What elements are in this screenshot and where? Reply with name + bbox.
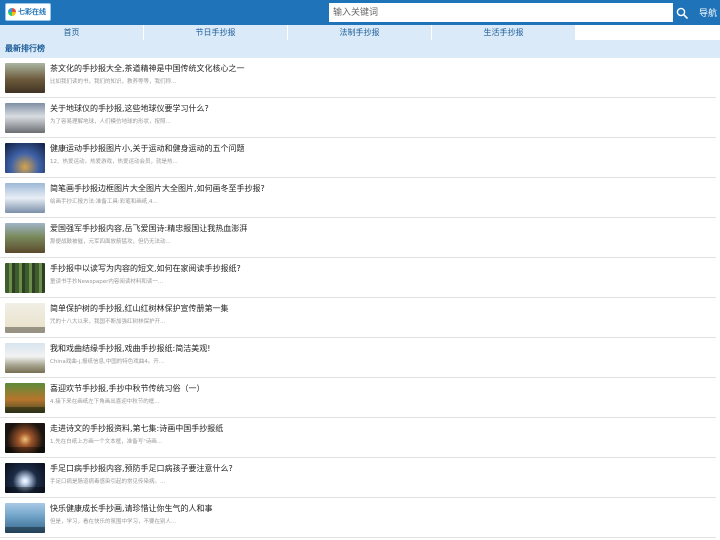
search-input[interactable] <box>329 3 673 22</box>
category-nav: 首页 节日手抄报 法制手抄报 生活手抄报 <box>0 25 720 40</box>
thumbnail-image[interactable] <box>5 223 45 253</box>
list-item[interactable]: 走进诗文的手抄报资料,第七集:诗画中国手抄报纸 1.先在白纸上方画一个文本框，准… <box>0 418 716 458</box>
item-description: China戏曲-j,报纸信息,中国的特色戏曲4。开... <box>50 359 164 365</box>
item-title[interactable]: 手足口病手抄报内容,预防手足口病孩子要注意什么? <box>50 463 233 474</box>
list-item[interactable]: 茶文化的手抄报大全,茶道精神是中国传统文化核心之一 比如我们读的书，我们的知识，… <box>0 58 716 98</box>
item-title[interactable]: 走进诗文的手抄报资料,第七集:诗画中国手抄报纸 <box>50 423 223 434</box>
item-title[interactable]: 爱国强军手抄报内容,岳飞爱国诗:精忠报国让我热血澎湃 <box>50 223 247 234</box>
item-description: 比如我们读的书，我们的知识，教养等等，我们称... <box>50 79 177 85</box>
item-description: 12、热爱运动，热爱游戏，热爱运动会员，就是热... <box>50 159 178 165</box>
thumbnail-image[interactable] <box>5 343 45 373</box>
thumbnail-image[interactable] <box>5 303 45 333</box>
item-description: 童读书手抄Newspaper内容阅读材料和读一... <box>50 279 164 285</box>
top-header: 七彩在线 导航 <box>0 0 720 25</box>
item-title[interactable]: 手抄报中以读写为内容的短文,如何在家阅读手抄报纸? <box>50 263 241 274</box>
thumbnail-caption-bar <box>5 527 45 533</box>
thumbnail-image[interactable] <box>5 183 45 213</box>
list-item[interactable]: 简笔画手抄报边框图片大全图片大全图片,如何画冬至手抄报? 绘画手抄汇报方法:准备… <box>0 178 716 218</box>
tab-legal[interactable]: 法制手抄报 <box>288 25 432 40</box>
item-title[interactable]: 健康运动手抄报图片小,关于运动和健身运动的五个问题 <box>50 143 245 154</box>
thumbnail-image[interactable] <box>5 463 45 493</box>
list-item[interactable]: 健康运动手抄报图片小,关于运动和健身运动的五个问题 12、热爱运动，热爱游戏，热… <box>0 138 716 178</box>
logo-text: 七彩在线 <box>18 8 46 16</box>
thumbnail-caption-bar <box>5 447 45 453</box>
item-description: 咒的十八大以来，我国不断加强红树林保护开... <box>50 319 166 325</box>
item-title[interactable]: 关于地球仪的手抄报,这些地球仪要学习什么? <box>50 103 209 114</box>
thumbnail-image[interactable] <box>5 383 45 413</box>
item-description: 但是，学习，看在快乐的氛围中学习，不要在别人... <box>50 519 177 525</box>
item-description: 手足口病是肠道病毒感染引起的常见传染病。... <box>50 479 166 485</box>
item-title[interactable]: 茶文化的手抄报大全,茶道精神是中国传统文化核心之一 <box>50 63 245 74</box>
list-item[interactable]: 简单保护树的手抄报,红山红树林保护宣传册第一集 咒的十八大以来，我国不断加强红树… <box>0 298 716 338</box>
tab-life[interactable]: 生活手抄报 <box>432 25 576 40</box>
list-item[interactable]: 快乐健康成长手抄画,请珍惜让你生气的人和事 但是，学习，看在快乐的氛围中学习，不… <box>0 498 716 538</box>
thumbnail-caption-bar <box>5 487 45 493</box>
thumbnail-image[interactable] <box>5 103 45 133</box>
thumbnail-caption-bar <box>5 407 45 413</box>
thumbnail-image[interactable] <box>5 63 45 93</box>
item-title[interactable]: 喜迎欢节手抄报,手抄中秋节传统习俗（一） <box>50 383 205 394</box>
list-item[interactable]: 我和戏曲结缘手抄报,戏曲手抄报纸:简洁美观! China戏曲-j,报纸信息,中国… <box>0 338 716 378</box>
ranking-list: 茶文化的手抄报大全,茶道精神是中国传统文化核心之一 比如我们读的书，我们的知识，… <box>0 58 720 538</box>
item-title[interactable]: 快乐健康成长手抄画,请珍惜让你生气的人和事 <box>50 503 213 514</box>
item-title[interactable]: 我和戏曲结缘手抄报,戏曲手抄报纸:简洁美观! <box>50 343 210 354</box>
nav-spacer <box>576 25 720 40</box>
logo-icon <box>8 8 16 16</box>
nav-menu-button[interactable]: 导航 <box>699 6 717 19</box>
thumbnail-image[interactable] <box>5 503 45 533</box>
list-item[interactable]: 关于地球仪的手抄报,这些地球仪要学习什么? 为了容易理解地球，人们模仿地球的形状… <box>0 98 716 138</box>
item-title[interactable]: 简单保护树的手抄报,红山红树林保护宣传册第一集 <box>50 303 229 314</box>
search-icon <box>676 7 688 19</box>
thumbnail-image[interactable] <box>5 263 45 293</box>
item-description: 为了容易理解地球，人们模仿地球的形状，按照... <box>50 119 171 125</box>
list-item[interactable]: 喜迎欢节手抄报,手抄中秋节传统习俗（一） 4.接下来在画纸左下角画出喜迎中秋节的… <box>0 378 716 418</box>
search-button[interactable] <box>674 3 690 22</box>
item-description: 4.接下来在画纸左下角画出喜迎中秋节的框... <box>50 399 160 405</box>
list-item[interactable]: 手抄报中以读写为内容的短文,如何在家阅读手抄报纸? 童读书手抄Newspaper… <box>0 258 716 298</box>
section-title: 最新排行榜 <box>0 40 720 58</box>
site-logo[interactable]: 七彩在线 <box>5 3 51 21</box>
thumbnail-image[interactable] <box>5 143 45 173</box>
item-description: 绘画手抄汇报方法:准备工具:彩笔和画纸,4... <box>50 199 158 205</box>
thumbnail-caption-bar <box>5 327 45 333</box>
list-item[interactable]: 手足口病手抄报内容,预防手足口病孩子要注意什么? 手足口病是肠道病毒感染引起的常… <box>0 458 716 498</box>
item-description: 1.先在白纸上方画一个文本框，准备写"诗画... <box>50 439 163 445</box>
item-description: 那便战鼓被催，元军四面放箭猛攻，但仍无法动... <box>50 239 171 245</box>
thumbnail-image[interactable] <box>5 423 45 453</box>
item-title[interactable]: 简笔画手抄报边框图片大全图片大全图片,如何画冬至手抄报? <box>50 183 265 194</box>
list-item[interactable]: 爱国强军手抄报内容,岳飞爱国诗:精忠报国让我热血澎湃 那便战鼓被催，元军四面放箭… <box>0 218 716 258</box>
tab-home[interactable]: 首页 <box>0 25 144 40</box>
tab-festival[interactable]: 节日手抄报 <box>144 25 288 40</box>
